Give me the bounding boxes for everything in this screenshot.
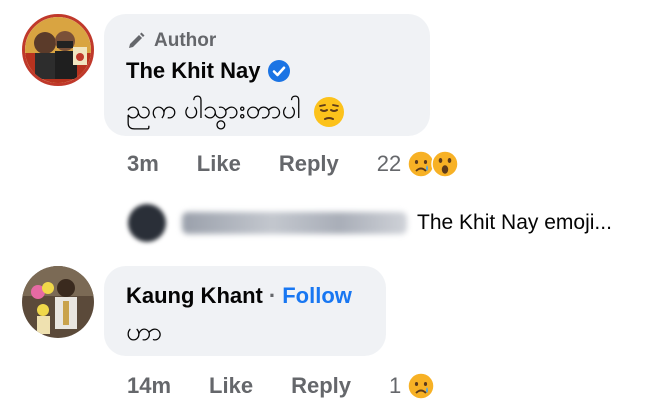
wow-reaction-icon [431,150,459,178]
commenter-name-text[interactable]: Kaung Khant [126,283,263,309]
author-badge: Author [126,30,216,52]
follow-button[interactable]: Follow [282,283,352,309]
verified-badge-icon [268,60,291,82]
commenter-name-row: Kaung Khant · Follow [126,283,352,309]
blurred-name [182,212,407,234]
reactions[interactable] [407,150,459,178]
avatar-the-khit-nay[interactable] [22,14,94,86]
comment-actions: 3m Like Reply 22 [127,150,459,178]
reply-preview-text: The Khit Nay emoji... [417,211,612,234]
blurred-avatar [128,204,166,242]
comment-time[interactable]: 3m [127,151,159,177]
like-button[interactable]: Like [209,373,253,399]
avatar-kaung-khant[interactable] [22,266,94,338]
comment-text-content: ညက ပါသွားတာပါ [126,94,301,124]
author-badge-label: Author [154,30,217,51]
reactions[interactable] [407,372,435,400]
reply-button[interactable]: Reply [279,151,339,177]
pencil-icon [129,32,145,48]
comment-actions: 14m Like Reply 1 [127,372,435,400]
comment-time[interactable]: 14m [127,373,171,399]
comment-text: ညက ပါသွားတာပါ [126,92,345,131]
reply-preview[interactable]: The Khit Nay emoji... [128,204,612,242]
commenter-name[interactable]: The Khit Nay [126,58,291,84]
commenter-name-text[interactable]: The Khit Nay [126,58,260,84]
separator-dot: · [268,283,277,308]
like-button[interactable]: Like [197,151,241,177]
sad-reaction-icon [407,372,435,400]
reaction-count[interactable]: 22 [377,151,401,177]
avatar-image [25,17,91,83]
comment-text: ဟာ [126,314,162,353]
reply-button[interactable]: Reply [291,373,351,399]
avatar-image [22,266,94,338]
pensive-face-icon [313,96,344,127]
comment-text-content: ဟာ [126,316,163,346]
reaction-count[interactable]: 1 [389,373,401,399]
